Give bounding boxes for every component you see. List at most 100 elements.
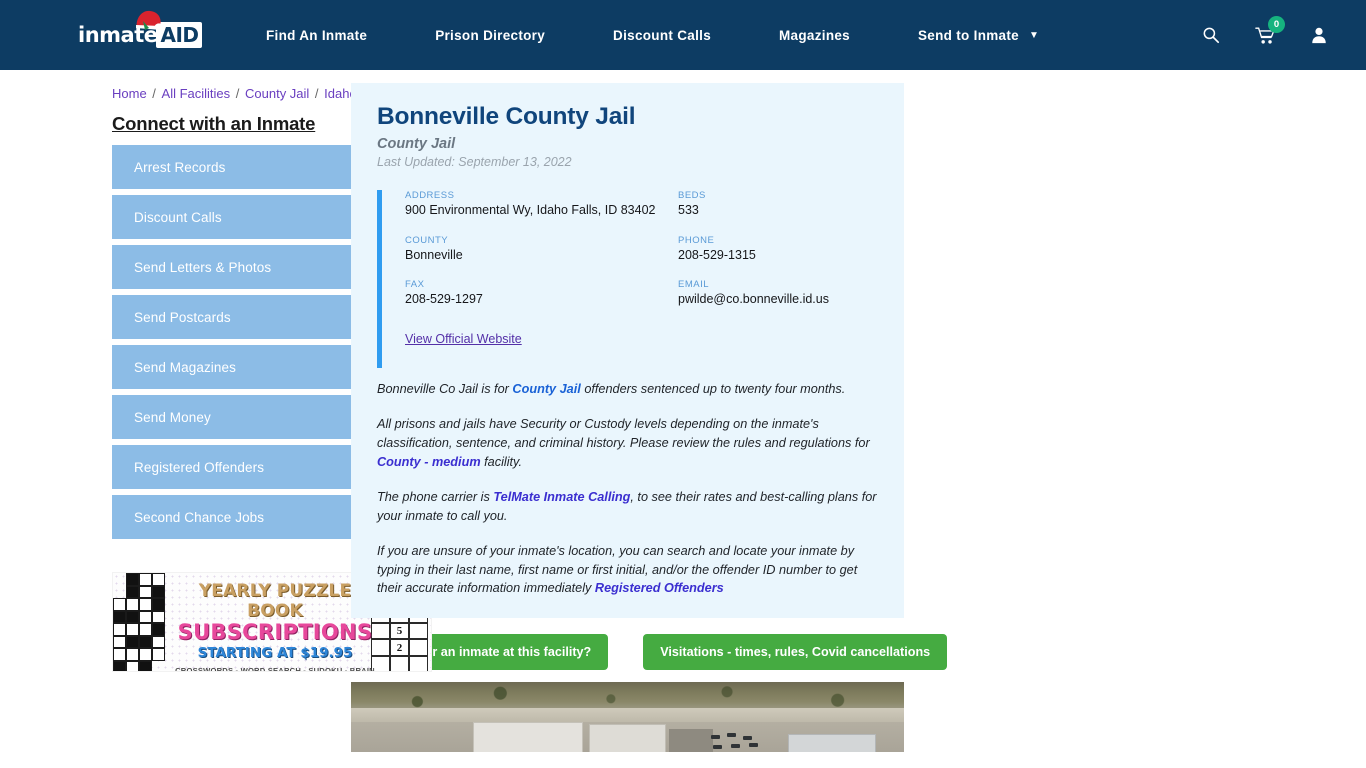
detail-label: ADDRESS xyxy=(405,190,455,202)
detail-value: 900 Environmental Wy, Idaho Falls, ID 83… xyxy=(405,203,656,218)
photo-building-secondary xyxy=(588,724,667,753)
facility-info-card: Bonneville County Jail County Jail Last … xyxy=(351,83,904,619)
sudoku-cell: 5 xyxy=(390,622,409,640)
detail-label: PHONE xyxy=(678,234,715,246)
sidebar-item-label: Send Money xyxy=(134,409,211,425)
sidebar-item-label: Arrest Records xyxy=(134,159,226,175)
text-segment: All prisons and jails have Security or C… xyxy=(377,416,870,450)
main-navigation: Find An Inmate Prison Directory Discount… xyxy=(266,28,1200,43)
view-official-website-link[interactable]: View Official Website xyxy=(405,332,522,346)
last-updated-text: Last Updated: September 13, 2022 xyxy=(377,155,572,170)
sudoku-cell xyxy=(390,655,409,671)
detail-fax: FAX 208-529-1297 xyxy=(405,279,678,308)
nav-label: Send to Inmate xyxy=(918,27,1019,43)
main-column: Bonneville County Jail County Jail Last … xyxy=(341,70,1366,753)
photo-grass-area xyxy=(351,682,904,711)
nav-item-prison-directory[interactable]: Prison Directory xyxy=(401,28,579,43)
breadcrumb-separator: / xyxy=(311,86,323,101)
ad-headline: YEARLY PUZZLE BOOK xyxy=(198,581,352,621)
detail-value: Bonneville xyxy=(405,247,463,262)
detail-address: ADDRESS 900 Environmental Wy, Idaho Fall… xyxy=(405,190,678,219)
description-paragraph-1: Bonneville Co Jail is for County Jail of… xyxy=(377,380,878,399)
logo-badge: AID xyxy=(156,22,202,48)
sidebar-item-label: Discount Calls xyxy=(134,209,222,225)
county-medium-link[interactable]: County - medium xyxy=(377,455,481,469)
visitations-button[interactable]: Visitations - times, rules, Covid cancel… xyxy=(643,634,948,671)
nav-item-discount-calls[interactable]: Discount Calls xyxy=(579,28,745,43)
registered-offenders-link[interactable]: Registered Offenders xyxy=(595,581,724,595)
nav-item-magazines[interactable]: Magazines xyxy=(745,28,884,43)
site-logo[interactable]: inmate AID xyxy=(78,10,202,52)
sidebar-title: Connect with an Inmate xyxy=(112,113,316,134)
ad-subheadline: SUBSCRIPTIONS xyxy=(177,620,373,644)
photo-parked-cars xyxy=(705,731,782,750)
sudoku-cell xyxy=(409,639,428,656)
detail-label: FAX xyxy=(405,279,425,291)
breadcrumb-item-county-jail[interactable]: County Jail xyxy=(245,86,309,101)
detail-email: EMAIL pwilde@co.bonneville.id.us xyxy=(678,279,878,308)
detail-county: COUNTY Bonneville xyxy=(405,235,678,264)
breadcrumb-separator: / xyxy=(148,86,160,101)
description-paragraph-3: The phone carrier is TelMate Inmate Call… xyxy=(377,488,878,526)
ad-price: STARTING AT $19.95 xyxy=(197,645,353,661)
nav-label: Discount Calls xyxy=(613,27,712,43)
detail-beds: BEDS 533 xyxy=(678,190,878,219)
ad-categories: CROSSWORDS - WORD SEARCH - SUDOKU - BRAI… xyxy=(175,666,375,672)
sidebar-item-label: Second Chance Jobs xyxy=(134,509,265,525)
nav-label: Find An Inmate xyxy=(266,27,368,43)
sidebar-item-label: Registered Offenders xyxy=(134,459,265,475)
description-paragraph-2: All prisons and jails have Security or C… xyxy=(377,415,878,472)
facility-description: Bonneville Co Jail is for County Jail of… xyxy=(377,380,878,598)
facility-details-section: ADDRESS 900 Environmental Wy, Idaho Fall… xyxy=(377,190,878,369)
facility-details-grid: ADDRESS 900 Environmental Wy, Idaho Fall… xyxy=(405,190,878,324)
header-actions: 0 xyxy=(1200,16,1344,47)
left-column: Home / All Facilities / County Jail / Id… xyxy=(0,70,437,752)
detail-label: BEDS xyxy=(678,190,706,202)
sidebar-item-label: Send Postcards xyxy=(134,309,231,325)
sudoku-cell xyxy=(409,655,428,671)
user-account-icon[interactable] xyxy=(1308,23,1330,47)
chevron-down-icon: ▼ xyxy=(1029,29,1040,41)
facility-type: County Jail xyxy=(377,136,456,153)
detail-value: pwilde@co.bonneville.id.us xyxy=(678,292,829,307)
site-header: inmate AID Find An Inmate Prison Directo… xyxy=(0,0,1366,70)
detail-value: 208-529-1315 xyxy=(678,247,756,262)
text-segment: offenders sentenced up to twenty four mo… xyxy=(580,382,846,397)
text-segment: Bonneville Co Jail is for xyxy=(377,382,513,397)
telmate-inmate-calling-link[interactable]: TelMate Inmate Calling xyxy=(493,490,630,504)
accent-bar xyxy=(377,190,382,369)
nav-label: Prison Directory xyxy=(435,27,546,43)
cta-button-row: Looking for an inmate at this facility? … xyxy=(351,634,948,671)
photo-building-main xyxy=(472,722,584,753)
page-body: Home / All Facilities / County Jail / Id… xyxy=(0,70,1366,753)
detail-label: EMAIL xyxy=(678,279,710,291)
photo-building-right xyxy=(787,734,877,753)
logo-text: inmate xyxy=(78,22,158,47)
shopping-cart-icon[interactable]: 0 xyxy=(1254,16,1285,47)
description-paragraph-4: If you are unsure of your inmate's locat… xyxy=(377,542,878,599)
text-segment: facility. xyxy=(480,454,522,469)
detail-label: COUNTY xyxy=(405,234,449,246)
sudoku-cell: 2 xyxy=(390,639,409,656)
nav-item-find-an-inmate[interactable]: Find An Inmate xyxy=(266,28,401,43)
detail-phone: PHONE 208-529-1315 xyxy=(678,235,878,264)
nav-item-send-to-inmate[interactable]: Send to Inmate ▼ xyxy=(884,28,1073,43)
text-segment: The phone carrier is xyxy=(377,489,494,504)
breadcrumb-item-all-facilities[interactable]: All Facilities xyxy=(162,86,231,101)
page-title: Bonneville County Jail xyxy=(377,103,636,130)
nav-label: Magazines xyxy=(779,27,850,43)
facility-aerial-photo xyxy=(351,682,904,753)
county-jail-link[interactable]: County Jail xyxy=(512,382,580,396)
detail-value: 208-529-1297 xyxy=(405,292,483,307)
sudoku-cell xyxy=(409,622,428,640)
breadcrumb-separator: / xyxy=(232,86,243,101)
detail-value: 533 xyxy=(678,203,699,218)
sidebar-item-label: Send Magazines xyxy=(134,359,236,375)
sidebar-item-label: Send Letters & Photos xyxy=(134,259,272,275)
breadcrumb-item-home[interactable]: Home xyxy=(112,86,147,101)
search-icon[interactable] xyxy=(1200,23,1222,47)
cart-count-badge: 0 xyxy=(1268,16,1285,33)
ad-text-block: YEARLY PUZZLE BOOK SUBSCRIPTIONS STARTIN… xyxy=(175,581,375,672)
breadcrumb: Home / All Facilities / County Jail / Id… xyxy=(112,70,357,101)
